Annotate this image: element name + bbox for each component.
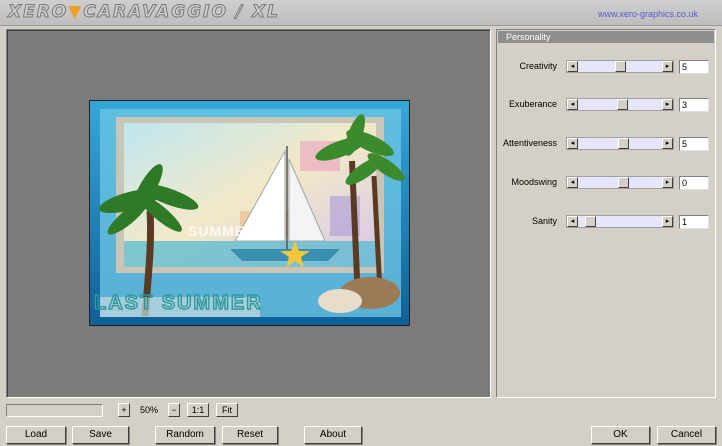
slider-left-arrow-icon[interactable]: ◂ bbox=[567, 61, 578, 72]
slider-left-arrow-icon[interactable]: ◂ bbox=[567, 99, 578, 110]
preview-artwork: SUMMER LAST SUMMER bbox=[90, 101, 409, 325]
param-row: Moodswing ◂ ▸ 0 bbox=[497, 176, 715, 190]
param-row: Attentiveness ◂ ▸ 5 bbox=[497, 137, 715, 151]
slider-right-arrow-icon[interactable]: ▸ bbox=[662, 99, 673, 110]
param-value-field[interactable]: 0 bbox=[679, 176, 709, 190]
slider-left-arrow-icon[interactable]: ◂ bbox=[567, 216, 578, 227]
slider-left-arrow-icon[interactable]: ◂ bbox=[567, 177, 578, 188]
zoom-in-button[interactable]: + bbox=[118, 403, 130, 417]
param-value-field[interactable]: 1 bbox=[679, 215, 709, 229]
personality-panel: Personality Creativity ◂ ▸ 5 Exuberance ◂ ▸ 3 At… bbox=[496, 29, 716, 398]
logo-part2: CARAVAGGIO / XL bbox=[83, 2, 280, 23]
param-value-field[interactable]: 5 bbox=[679, 60, 709, 74]
param-label: Creativity bbox=[519, 61, 557, 71]
param-value-field[interactable]: 5 bbox=[679, 137, 709, 151]
param-value-field[interactable]: 3 bbox=[679, 98, 709, 112]
slider-right-arrow-icon[interactable]: ▸ bbox=[662, 177, 673, 188]
param-label: Exuberance bbox=[508, 99, 557, 109]
slider-thumb[interactable] bbox=[615, 61, 626, 72]
save-button[interactable]: Save bbox=[72, 426, 129, 444]
param-slider[interactable]: ◂ ▸ bbox=[566, 60, 674, 73]
param-slider[interactable]: ◂ ▸ bbox=[566, 215, 674, 228]
zoom-level: 50% bbox=[139, 405, 158, 415]
about-button[interactable]: About bbox=[304, 426, 362, 444]
panel-title: Personality bbox=[498, 31, 714, 43]
slider-right-arrow-icon[interactable]: ▸ bbox=[662, 61, 673, 72]
param-row: Sanity ◂ ▸ 1 bbox=[497, 215, 715, 229]
zoom-out-button[interactable]: − bbox=[168, 403, 180, 417]
reset-button[interactable]: Reset bbox=[222, 426, 278, 444]
logo-separator: ▼ bbox=[68, 2, 84, 22]
param-label: Sanity bbox=[531, 216, 557, 226]
param-slider[interactable]: ◂ ▸ bbox=[566, 98, 674, 111]
slider-left-arrow-icon[interactable]: ◂ bbox=[567, 138, 578, 149]
zoom-fit-button[interactable]: Fit bbox=[216, 403, 238, 417]
slider-thumb[interactable] bbox=[618, 138, 629, 149]
status-field bbox=[6, 404, 103, 417]
slider-thumb[interactable] bbox=[585, 216, 596, 227]
param-label: Moodswing bbox=[511, 177, 557, 187]
ok-button[interactable]: OK bbox=[591, 426, 650, 444]
slider-right-arrow-icon[interactable]: ▸ bbox=[662, 216, 673, 227]
param-slider[interactable]: ◂ ▸ bbox=[566, 176, 674, 189]
param-label: Attentiveness bbox=[502, 138, 557, 148]
param-row: Creativity ◂ ▸ 5 bbox=[497, 60, 715, 74]
slider-right-arrow-icon[interactable]: ▸ bbox=[662, 138, 673, 149]
header-banner: XERO▼CARAVAGGIO / XL www.xero-graphics.c… bbox=[0, 0, 722, 26]
preview-image[interactable]: SUMMER LAST SUMMER bbox=[89, 100, 410, 326]
logo-part1: XERO bbox=[7, 2, 69, 23]
zoom-1-1-button[interactable]: 1:1 bbox=[187, 403, 209, 417]
param-slider[interactable]: ◂ ▸ bbox=[566, 137, 674, 150]
preview-word-summer: SUMMER bbox=[188, 223, 256, 239]
app-logo: XERO▼CARAVAGGIO / XL bbox=[7, 2, 280, 23]
random-button[interactable]: Random bbox=[155, 426, 215, 444]
load-button[interactable]: Load bbox=[6, 426, 66, 444]
slider-thumb[interactable] bbox=[618, 177, 629, 188]
preview-word-last-summer: LAST SUMMER bbox=[94, 292, 263, 314]
slider-thumb[interactable] bbox=[617, 99, 628, 110]
preview-area[interactable]: SUMMER LAST SUMMER bbox=[6, 29, 491, 398]
cancel-button[interactable]: Cancel bbox=[657, 426, 716, 444]
website-link[interactable]: www.xero-graphics.co.uk bbox=[598, 9, 698, 19]
param-row: Exuberance ◂ ▸ 3 bbox=[497, 98, 715, 112]
